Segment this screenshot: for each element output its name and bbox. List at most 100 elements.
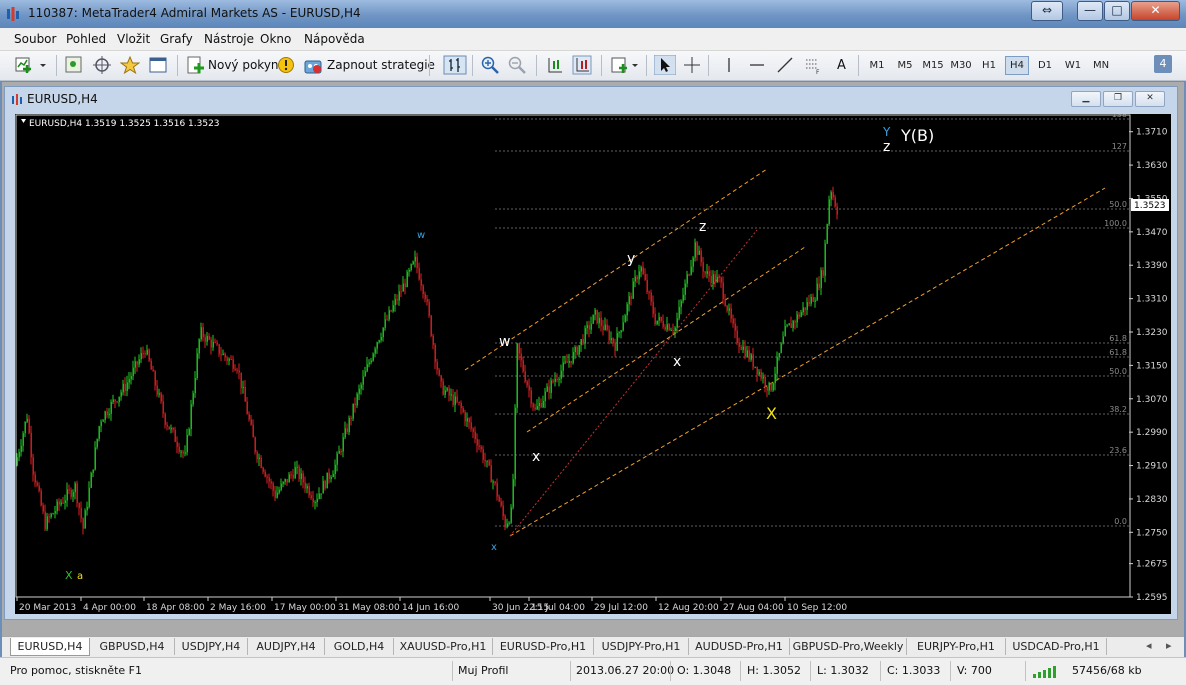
tabs-scroll-right-icon[interactable]: ▸ [1166,639,1172,652]
terminal-window-icon[interactable] [148,55,168,75]
counter-badge[interactable]: 4 [1154,55,1172,73]
chart-restore-button[interactable]: ❐ [1103,91,1133,107]
favorites-star-icon[interactable] [120,55,140,75]
chart-minimize-button[interactable]: ▁ [1071,91,1101,107]
wave-label[interactable]: x [532,449,540,465]
tab-gbpusd-pro-weekly[interactable]: GBPUSD-Pro,Weekly [790,638,907,655]
wave-label[interactable]: z [699,219,706,235]
bull-candle [196,353,198,379]
crosshair-tool-icon[interactable] [682,55,702,75]
bear-candle [114,399,116,402]
profiles-icon[interactable] [64,55,84,75]
indicators-icon[interactable] [610,55,640,75]
bull-candle [294,467,296,479]
chart-menu-triangle-icon[interactable] [21,119,26,123]
new-chart-icon[interactable] [14,55,46,75]
new-order-icon[interactable] [185,55,205,75]
wave-label[interactable]: Y(B) [900,126,934,145]
tabs-scroll-left-icon[interactable]: ◂ [1146,639,1152,652]
warning-icon[interactable] [277,55,295,75]
bear-candle [490,465,492,483]
wave-label[interactable]: z [883,139,890,155]
crosshair-navigator-icon[interactable] [92,55,112,75]
wave-label[interactable]: w [417,230,425,241]
bear-candle [426,299,428,302]
bull-candle [762,377,764,379]
chart-shift-icon[interactable] [545,55,565,75]
timeframe-m5-button[interactable]: M5 [893,56,917,75]
wave-label[interactable]: a [77,571,83,582]
fibonacci-levels[interactable]: 138 127 50.0 100.0 61.8 61.8 50.0 38.2 23.6 0.0 [495,110,1129,527]
text-tool-button[interactable]: A [837,58,846,73]
timeframe-h1-button[interactable]: H1 [977,56,1001,75]
bull-candle [828,199,830,225]
bull-candle [674,327,676,331]
menu-soubor[interactable]: Soubor [14,32,56,46]
time-tick-label: 2 May 16:00 [210,603,266,613]
tab-gold-h4[interactable]: GOLD,H4 [325,638,394,655]
timeframe-m1-button[interactable]: M1 [865,56,889,75]
horizontal-line-icon[interactable] [747,55,767,75]
wave-label[interactable]: X [766,404,777,423]
time-tick-label: 15 Jul 04:00 [531,603,585,613]
chart-canvas[interactable]: 138 127 50.0 100.0 61.8 61.8 50.0 38.2 23.6 0.0 1… [15,110,1171,614]
maximize-button[interactable]: □ [1104,1,1130,21]
autoscroll-icon[interactable] [572,55,592,75]
tab-audusd-pro-h1[interactable]: AUDUSD-Pro,H1 [689,638,790,655]
wave-label[interactable]: x [491,542,497,553]
timeframe-m30-button[interactable]: M30 [949,56,973,75]
chart-close-button[interactable]: ✕ [1135,91,1165,107]
tab-usdcad-pro-h1[interactable]: USDCAD-Pro,H1 [1006,638,1107,655]
timeframe-mn-button[interactable]: MN [1089,56,1113,75]
tab-usdjpy-h4[interactable]: USDJPY,H4 [175,638,248,655]
tab-xauusd-pro-h1[interactable]: XAUUSD-Pro,H1 [394,638,493,655]
wave-label[interactable]: w [499,334,510,350]
expert-toggle-button[interactable]: Zapnout strategie [327,58,435,72]
bull-candle [54,511,56,514]
tab-eurusd-h4[interactable]: EURUSD,H4 [10,638,90,656]
bar-chart-type-icon[interactable] [443,55,467,75]
timeframe-w1-button[interactable]: W1 [1061,56,1085,75]
cursor-arrow-icon[interactable] [654,55,676,75]
timeframe-d1-button[interactable]: D1 [1033,56,1057,75]
zoom-in-icon[interactable] [480,55,500,75]
close-button[interactable]: ✕ [1131,1,1180,21]
bear-candle [714,274,716,283]
tab-audjpy-h4[interactable]: AUDJPY,H4 [248,638,325,655]
wave-label[interactable]: y [627,251,635,267]
tab-gbpusd-h4[interactable]: GBPUSD,H4 [90,638,175,655]
minimize-button[interactable]: — [1077,1,1103,21]
menu-grafy[interactable]: Grafy [160,32,193,46]
trendline-icon[interactable] [775,55,795,75]
new-order-button[interactable]: Nový pokyn [208,58,279,72]
bear-candle [652,301,654,314]
menu-okno[interactable]: Okno [260,32,291,46]
menu-pohled[interactable]: Pohled [66,32,106,46]
bear-candle [478,445,480,447]
status-profile[interactable]: Muj Profil [458,662,508,680]
wave-label[interactable]: Y [882,125,891,139]
tab-eurjpy-pro-h1[interactable]: EURJPY-Pro,H1 [907,638,1006,655]
equidistant-channel-icon[interactable]: F [803,55,823,75]
tab-eurusd-pro-h1[interactable]: EURUSD-Pro,H1 [493,638,594,655]
wave-label[interactable]: x [673,354,681,370]
vertical-line-icon[interactable] [719,55,739,75]
price-chart[interactable]: 138 127 50.0 100.0 61.8 61.8 50.0 38.2 23.6 0.0 1… [15,110,1171,614]
bear-candle [218,344,220,355]
expert-advisor-icon[interactable] [303,55,323,75]
bull-candle [690,266,692,275]
zoom-out-icon[interactable] [507,55,527,75]
timeframe-h4-button[interactable]: H4 [1005,56,1029,75]
restore-window-button[interactable]: ⇔ [1031,1,1063,21]
wave-labels[interactable]: w w x x y x z X Yz Y(B) X a [65,125,934,582]
tab-usdjpy-pro-h1[interactable]: USDJPY-Pro,H1 [594,638,689,655]
menu-nastroje[interactable]: Nástroje [204,32,254,46]
menu-napoveda[interactable]: Nápověda [304,32,365,46]
timeframe-m15-button[interactable]: M15 [921,56,945,75]
bear-candle [254,437,256,453]
bull-candle [392,305,394,312]
wave-label[interactable]: X [65,569,73,582]
menu-vlozit[interactable]: Vložit [117,32,150,46]
bear-candle [340,450,342,452]
trend-channels[interactable] [464,168,1106,537]
